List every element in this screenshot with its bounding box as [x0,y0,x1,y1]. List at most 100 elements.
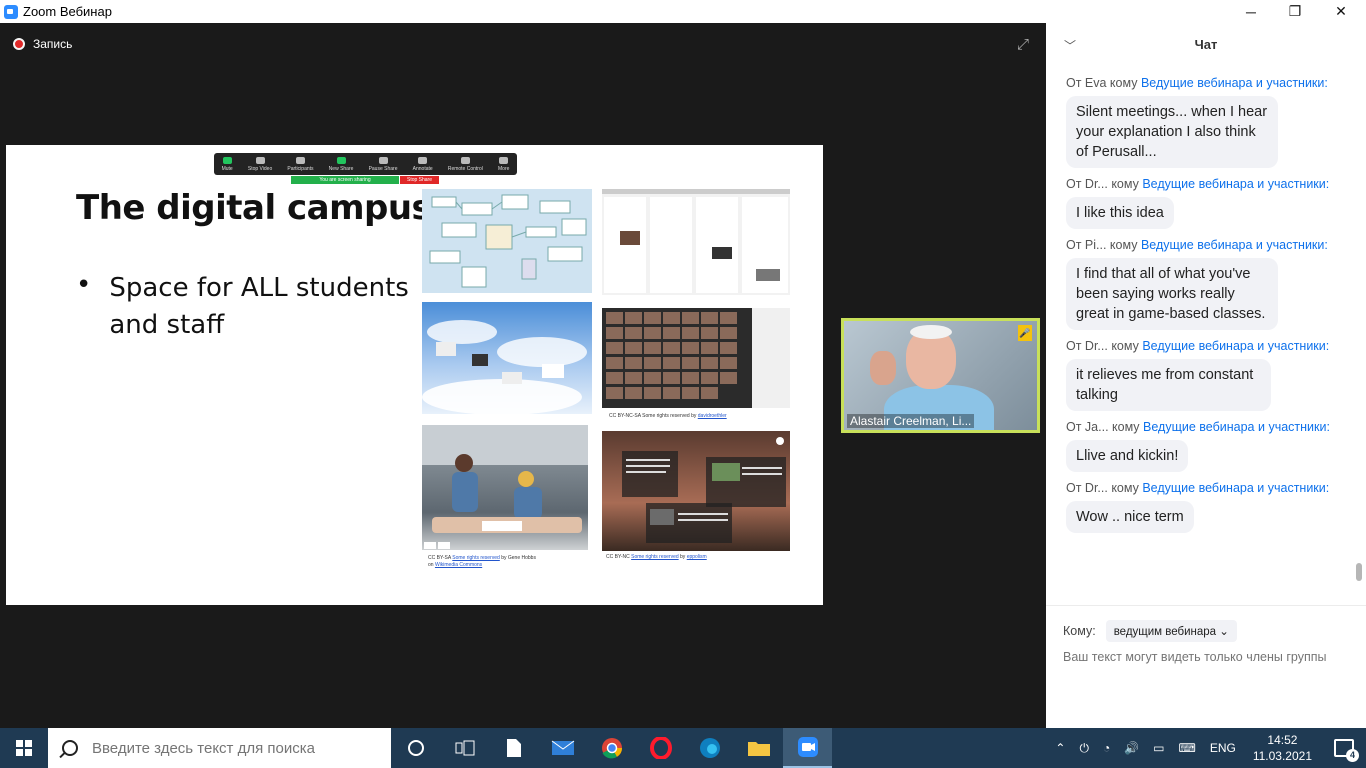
chat-messages: От Eva кому Ведущие вебинара и участники… [1046,67,1356,605]
chat-title: Чат [1194,37,1218,52]
credit-link-rights[interactable]: Some rights reserved [452,555,500,561]
slide-image-virtual-campus [422,302,592,414]
wifi-icon[interactable]: ◔ [1103,741,1110,755]
mute-button[interactable]: Mute [222,156,233,172]
recipient-dropdown[interactable]: ведущим вебинара ⌄ [1105,620,1237,642]
chevron-down-icon: ⌄ [1219,626,1229,638]
message-text: I like this idea [1066,197,1174,229]
mail-icon[interactable] [538,728,587,768]
slide-image-video-grid [602,308,790,408]
speaker-video[interactable]: 🎤 Alastair Creelman, Li... [841,318,1040,433]
edge-icon[interactable] [685,728,734,768]
scrollbar-thumb[interactable] [1356,563,1362,581]
maximize-button[interactable]: ❐ [1272,0,1318,23]
credit-link-rights-2[interactable]: Some rights reserved [631,554,679,560]
taskbar-search[interactable] [48,728,391,768]
annotate-button[interactable]: Annotate [413,156,433,172]
message-sender: От Pi... кому Ведущие вебинара и участни… [1066,238,1328,252]
slide-image-medical-sim [422,425,588,550]
remote-control-button[interactable]: Remote Control [448,156,483,172]
image-credit-1: CC BY-NC-SA Some rights reserved by davi… [609,413,727,419]
battery-icon[interactable]: ▭ [1153,741,1164,755]
volume-icon[interactable]: 🔊 [1124,741,1139,755]
mouse-icon [460,156,470,164]
recipient-link[interactable]: Ведущие вебинара и участники: [1142,481,1329,495]
notification-count: 4 [1346,749,1359,762]
speaker-hair [910,325,952,339]
search-input[interactable] [92,739,372,757]
chat-message: От Pi... кому Ведущие вебинара и участни… [1046,238,1356,330]
speaker-name: Alastair Creelman, Li... [847,414,975,428]
file-icon[interactable] [489,728,538,768]
chevron-up-icon[interactable]: ⌃ [1055,741,1065,755]
message-text: I find that all of what you've been sayi… [1066,258,1278,330]
window-titlebar: Zoom Вебинар ─ ❐ ✕ [0,0,1366,23]
recipient-link[interactable]: Ведущие вебинара и участники: [1143,420,1330,434]
device-icon[interactable]: ⏻ [1079,741,1089,756]
bullet-icon: • [76,270,92,300]
participants-button[interactable]: Participants [287,156,314,172]
language-indicator[interactable]: ENG [1210,741,1236,755]
start-button[interactable] [0,728,48,768]
slide-title: The digital campus [76,188,432,228]
pause-icon [378,156,388,164]
message-sender: От Dr... кому Ведущие вебинара и участни… [1066,177,1330,191]
windows-icon [16,740,32,756]
minimize-button[interactable]: ─ [1228,0,1274,23]
search-icon [62,740,78,756]
screen-sharing-banner: You are screen sharing [291,176,399,184]
credit-link-davidroethler[interactable]: davidroethler [698,413,727,419]
pause-share-button[interactable]: Pause Share [369,156,397,172]
chat-scrollbar[interactable] [1356,68,1362,582]
chat-compose: Кому: ведущим вебинара ⌄ [1046,605,1366,728]
close-button[interactable]: ✕ [1318,0,1364,23]
chat-input[interactable] [1063,650,1353,664]
recipient-link[interactable]: Ведущие вебинара и участники: [1141,238,1328,252]
clock[interactable]: 14:52 11.03.2021 [1253,732,1312,764]
credit-link-wikimedia[interactable]: Wikimedia Commons [435,562,482,568]
record-icon [13,38,25,50]
share-toolbar: Mute Stop Video Participants New Share P… [214,153,517,175]
more-button[interactable]: More [498,156,509,172]
message-text: it relieves me from constant talking [1066,359,1271,411]
more-icon [499,156,509,164]
notifications-icon[interactable]: 4 [1334,739,1359,762]
meeting-area: Запись ⤢ The digital campus • Space for … [0,23,1046,728]
recording-label: Запись [33,37,73,51]
credit-link-eppolism[interactable]: eppolism [687,554,707,560]
folder-icon[interactable] [734,728,783,768]
clock-time: 14:52 [1267,733,1298,747]
system-tray: ⌃ ⏻ ◔ 🔊 ▭ ⌨ ENG 14:52 11.03.2021 4 [1048,728,1366,768]
recipient-link[interactable]: Ведущие вебинара и участники: [1142,339,1329,353]
chat-message: От Dr... кому Ведущие вебинара и участни… [1046,177,1356,229]
keyboard-icon[interactable]: ⌨ [1178,741,1195,755]
opera-icon[interactable] [636,728,685,768]
recipient-link[interactable]: Ведущие вебинара и участники: [1142,177,1329,191]
recipient-row: Кому: ведущим вебинара ⌄ [1063,620,1237,642]
speaker-mic-icon: 🎤 [1018,325,1032,341]
zoom-taskbar-icon[interactable] [783,728,832,768]
slide-bullet: • Space for ALL students and staff [76,270,409,344]
cortana-icon[interactable] [391,728,440,768]
recording-indicator[interactable]: Запись [13,37,72,51]
new-share-button[interactable]: New Share [329,156,353,172]
message-sender: От Dr... кому Ведущие вебинара и участни… [1066,339,1330,353]
recipient-link[interactable]: Ведущие вебинара и участники: [1141,76,1328,90]
stop-share-button[interactable]: Stop Share [400,176,439,184]
image-credit-2: CC BY-SA Some rights reserved by Gene Ho… [428,555,536,568]
participants-icon [295,156,305,164]
camera-icon [255,156,265,164]
message-sender: От Ja... кому Ведущие вебинара и участни… [1066,420,1330,434]
clock-date: 11.03.2021 [1252,749,1312,763]
chat-message: От Ja... кому Ведущие вебинара и участни… [1046,420,1356,472]
zoom-app-icon [4,4,18,19]
fullscreen-icon[interactable]: ⤢ [1017,37,1033,53]
task-view-icon[interactable] [440,728,489,768]
stop-video-button[interactable]: Stop Video [248,156,272,172]
message-sender: От Eva кому Ведущие вебинара и участники… [1066,76,1328,90]
slide-image-ar-map [602,431,790,551]
image-credit-3: CC BY-NC Some rights reserved by eppolis… [606,554,707,560]
chrome-icon[interactable] [587,728,636,768]
shared-slide: The digital campus • Space for ALL stude… [6,145,823,605]
message-sender: От Dr... кому Ведущие вебинара и участни… [1066,481,1330,495]
